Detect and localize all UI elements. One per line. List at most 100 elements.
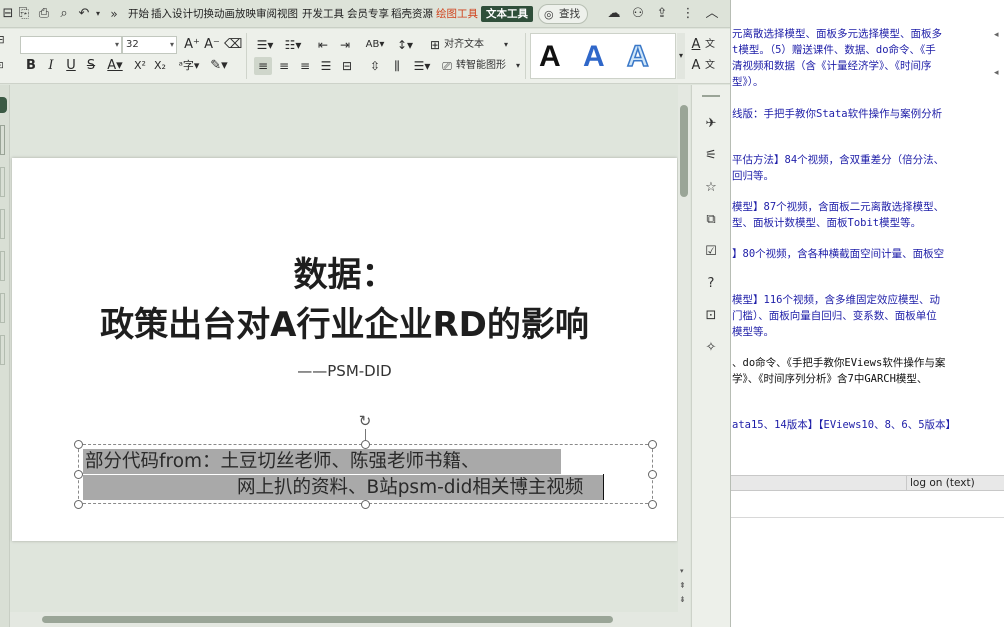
textbox-selection-frame[interactable] xyxy=(78,444,653,504)
scroll-down-icon[interactable]: ▾ xyxy=(680,567,684,575)
text-fill-label[interactable]: 文 xyxy=(705,36,715,54)
strikethrough-icon[interactable]: S xyxy=(82,57,100,75)
align-left-icon[interactable]: ≡ xyxy=(254,57,272,75)
collapse-ribbon-icon[interactable]: ︿ xyxy=(704,6,720,22)
print-icon[interactable]: ⎙ xyxy=(36,6,52,22)
vertical-scroll-thumb[interactable] xyxy=(680,105,688,197)
search-box[interactable]: ◎ 查找 xyxy=(538,4,588,24)
more-options-icon[interactable]: ⋮ xyxy=(680,6,696,22)
chevron-down-icon[interactable]: ▾ xyxy=(504,36,508,54)
resize-handle[interactable] xyxy=(361,440,370,449)
slide-thumbnail[interactable] xyxy=(0,335,5,365)
gallery-icon[interactable]: ⊡ xyxy=(702,307,720,325)
bold-icon[interactable]: B xyxy=(22,57,40,75)
tab-view[interactable]: 视图 xyxy=(277,6,298,22)
line-spacing-icon[interactable]: ↕▾ xyxy=(394,36,416,54)
align-center-icon[interactable]: ≡ xyxy=(275,57,293,75)
help-icon[interactable]: ? xyxy=(702,275,720,293)
wordart-gallery[interactable]: A A A xyxy=(530,33,676,79)
align-text-label[interactable]: 对齐文本 xyxy=(444,36,484,54)
increase-font-icon[interactable]: A⁺ xyxy=(183,36,201,54)
calendar-check-icon[interactable]: ☑ xyxy=(702,243,720,261)
tab-text-tools[interactable]: 文本工具 xyxy=(481,6,533,22)
paragraph-settings-icon[interactable]: ☰▾ xyxy=(410,57,434,75)
font-size-select[interactable]: 32 ▾ xyxy=(122,36,177,54)
resize-handle[interactable] xyxy=(648,440,657,449)
rocket-icon[interactable]: ✈ xyxy=(702,115,720,133)
panel-toggle[interactable] xyxy=(0,97,7,113)
decrease-indent-icon[interactable]: ⇤ xyxy=(314,36,332,54)
clear-format-icon[interactable]: ⌫ xyxy=(224,36,242,54)
tab-drawing-tools[interactable]: 绘图工具 xyxy=(436,6,478,22)
collaborate-icon[interactable]: ⚇ xyxy=(630,6,646,22)
highlight-color-icon[interactable]: ✎▾ xyxy=(206,57,232,75)
ribbon-left-icon-2[interactable]: ⊡ xyxy=(0,57,6,75)
wordart-style-black[interactable]: A xyxy=(539,38,561,76)
slide-thumbnail-strip[interactable] xyxy=(0,85,10,627)
font-family-select[interactable]: ▾ xyxy=(20,36,122,54)
slide-thumbnail[interactable] xyxy=(0,125,5,155)
print-preview-icon[interactable]: ⌕ xyxy=(56,6,72,22)
tab-transitions[interactable]: 切换 xyxy=(193,6,214,22)
horizontal-scrollbar[interactable] xyxy=(10,612,690,627)
tab-developer[interactable]: 开发工具 xyxy=(302,6,344,22)
next-slide-icon[interactable]: ⇟ xyxy=(679,595,686,604)
align-text-icon[interactable]: ⊞ xyxy=(428,36,442,54)
chevron-down-icon[interactable]: ▾ xyxy=(516,57,520,75)
phonetic-guide-icon[interactable]: ᵃ字▾ xyxy=(176,57,202,75)
numbered-list-icon[interactable]: ☷▾ xyxy=(282,36,304,54)
bullet-list-icon[interactable]: ☰▾ xyxy=(254,36,276,54)
wordart-style-outline[interactable]: A xyxy=(626,38,649,76)
slide-title-line2[interactable]: 政策出台对A行业企业RD的影响 xyxy=(12,304,677,346)
text-direction-icon[interactable]: AB▾ xyxy=(364,36,386,54)
superscript-icon[interactable]: X² xyxy=(131,57,149,75)
slide-thumbnail[interactable] xyxy=(0,209,5,239)
slide-subtitle[interactable]: ——PSM-DID xyxy=(12,361,677,381)
resize-handle[interactable] xyxy=(74,440,83,449)
more-tabs-icon[interactable]: » xyxy=(106,6,122,22)
wordart-more-icon[interactable]: ▾ xyxy=(677,33,685,79)
ribbon-left-icon[interactable]: ⊟ xyxy=(0,31,6,49)
tab-slideshow[interactable]: 放映 xyxy=(235,6,256,22)
slide[interactable]: 数据： 政策出台对A行业企业RD的影响 ——PSM-DID ↻ 部分代码from… xyxy=(12,158,677,541)
tab-member[interactable]: 会员专享 xyxy=(347,6,389,22)
resize-handle[interactable] xyxy=(648,470,657,479)
resize-handle[interactable] xyxy=(74,470,83,479)
increase-indent-icon[interactable]: ⇥ xyxy=(336,36,354,54)
align-right-icon[interactable]: ≡ xyxy=(296,57,314,75)
resize-handle[interactable] xyxy=(74,500,83,509)
rotate-handle-icon[interactable]: ↻ xyxy=(357,413,373,429)
tab-insert[interactable]: 插入 xyxy=(151,6,172,22)
tab-docer-resources[interactable]: 稻壳资源 xyxy=(391,6,433,22)
tab-animation[interactable]: 动画 xyxy=(214,6,235,22)
slide-thumbnail[interactable] xyxy=(0,293,5,323)
decrease-font-icon[interactable]: A⁻ xyxy=(203,36,221,54)
open-icon[interactable]: ⊟ xyxy=(0,6,16,22)
justify-icon[interactable]: ☰ xyxy=(317,57,335,75)
distributed-align-icon[interactable]: ⊟ xyxy=(338,57,356,75)
text-fill-icon[interactable]: A xyxy=(688,36,704,54)
slide-thumbnail[interactable] xyxy=(0,251,5,281)
star-icon[interactable]: ☆ xyxy=(702,179,720,197)
columns-icon[interactable]: ⫼ xyxy=(388,57,406,75)
tab-design[interactable]: 设计 xyxy=(172,6,193,22)
share-icon[interactable]: ⇪ xyxy=(654,6,670,22)
paragraph-spacing-icon[interactable]: ⇳ xyxy=(366,57,384,75)
wordart-style-blue[interactable]: A xyxy=(583,38,605,76)
resize-handle[interactable] xyxy=(648,500,657,509)
undo-dropdown-icon[interactable]: ▾ xyxy=(90,6,106,22)
subscript-icon[interactable]: X₂ xyxy=(151,57,169,75)
vertical-scrollbar[interactable]: ▾ ⇞ ⇟ xyxy=(678,85,690,612)
previous-slide-icon[interactable]: ⇞ xyxy=(679,581,686,590)
text-outline-label[interactable]: 文 xyxy=(705,57,715,75)
horizontal-scroll-thumb[interactable] xyxy=(42,616,613,623)
slides-icon[interactable]: ⧉ xyxy=(702,211,720,229)
tab-home[interactable]: 开始 xyxy=(128,6,149,22)
font-color-icon[interactable]: A▾ xyxy=(102,57,128,75)
cloud-sync-icon[interactable]: ☁ xyxy=(606,6,622,22)
underline-icon[interactable]: U xyxy=(62,57,80,75)
smart-art-icon[interactable]: ⎚ xyxy=(440,57,454,75)
smart-art-label[interactable]: 转智能图形 xyxy=(456,57,506,75)
ai-assistant-icon[interactable]: ✧ xyxy=(702,339,720,357)
italic-icon[interactable]: I xyxy=(42,57,60,75)
